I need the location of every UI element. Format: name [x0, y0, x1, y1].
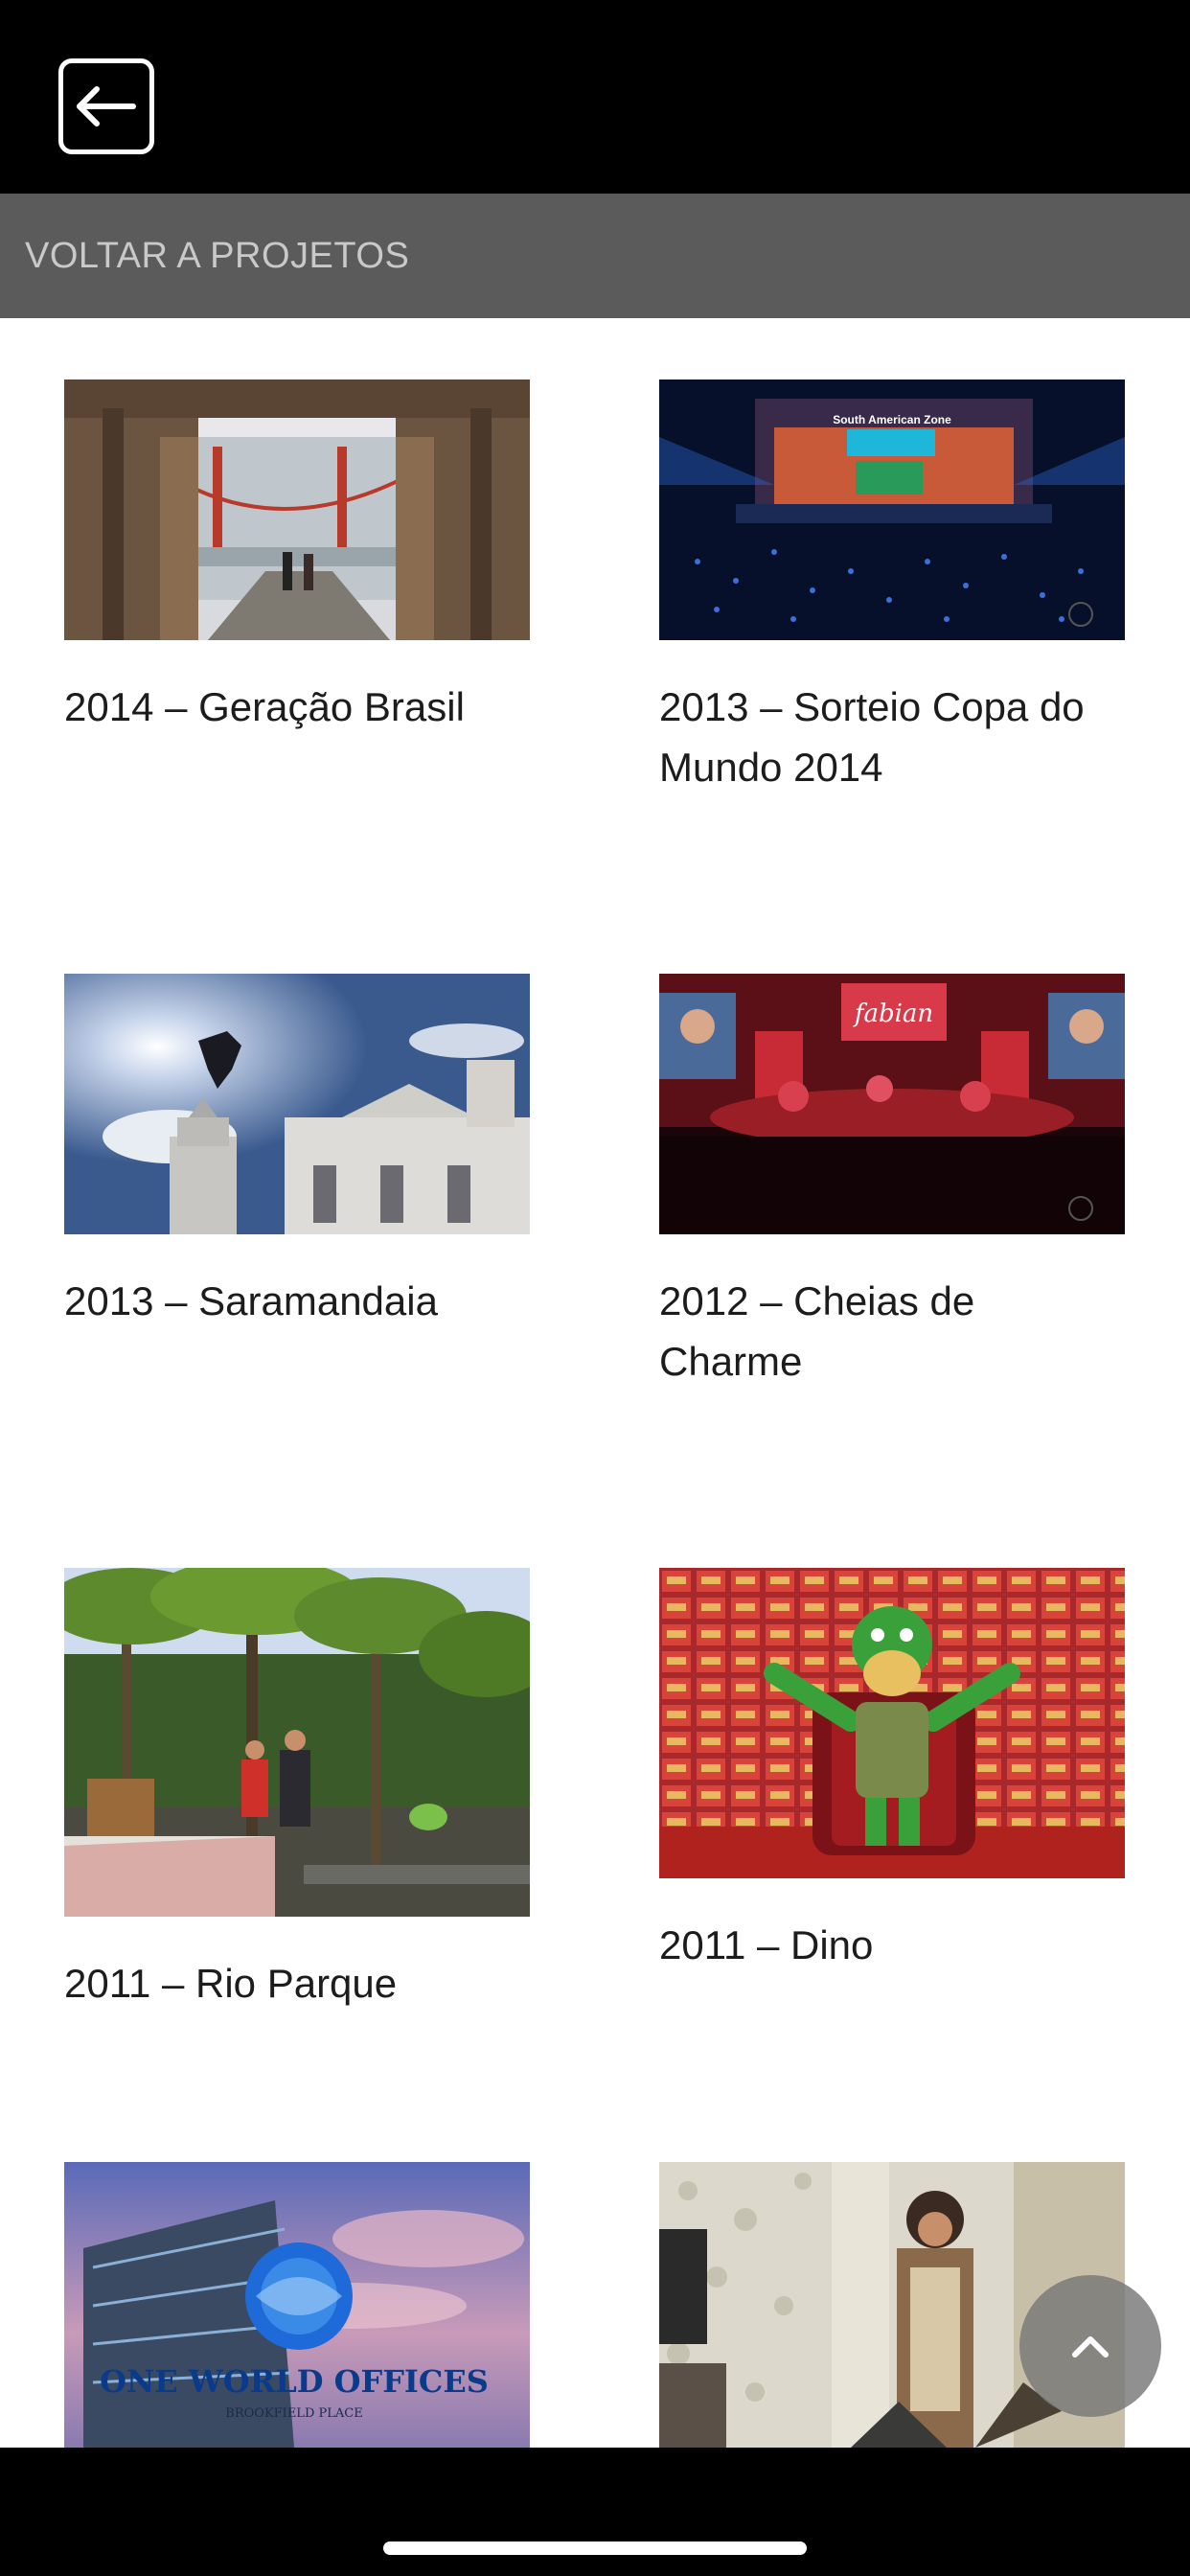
arrow-left-icon — [77, 86, 136, 126]
project-card[interactable]: 2011 – Dino — [659, 1568, 1125, 1975]
project-thumbnail[interactable]: fabian — [659, 974, 1125, 1234]
project-thumbnail[interactable] — [64, 974, 530, 1234]
project-card[interactable]: 2011 – Rio Parque — [64, 1568, 530, 2013]
project-title[interactable]: 2012 – Cheias de Charme — [659, 1271, 1125, 1392]
project-image-text: South American Zone — [833, 413, 951, 426]
top-bar — [0, 0, 1190, 194]
project-title[interactable]: 2011 – Dino — [659, 1915, 1125, 1975]
project-image-text: fabian — [853, 1000, 933, 1028]
back-to-projects-label: VOLTAR A PROJETOS — [25, 236, 410, 276]
project-card[interactable]: 2014 – Geração Brasil — [64, 380, 530, 737]
project-thumbnail[interactable]: ONE WORLD OFFICES BROOKFIELD PLACE — [64, 2162, 530, 2448]
project-image-subtext: BROOKFIELD PLACE — [225, 2406, 362, 2421]
project-card[interactable]: South American Zone 2013 – Sorteio Copa … — [659, 380, 1125, 797]
project-title[interactable]: 2014 – Geração Brasil — [64, 677, 530, 737]
project-title[interactable]: 2013 – Saramandaia — [64, 1271, 530, 1331]
scroll-to-top-button[interactable] — [1019, 2275, 1161, 2417]
chevron-up-icon — [1072, 2336, 1109, 2358]
screen: VOLTAR A PROJETOS 2014 – Geração Brasil … — [0, 0, 1190, 2576]
back-button[interactable] — [58, 58, 154, 154]
project-image-text: ONE WORLD OFFICES — [100, 2363, 489, 2400]
project-thumbnail[interactable] — [64, 1568, 530, 1917]
project-thumbnail[interactable] — [64, 380, 530, 640]
back-to-projects-bar[interactable]: VOLTAR A PROJETOS — [0, 194, 1190, 318]
project-title[interactable]: 2011 – Rio Parque — [64, 1953, 530, 2013]
project-thumbnail[interactable] — [659, 1568, 1125, 1878]
home-indicator[interactable] — [383, 2542, 807, 2555]
project-card[interactable]: fabian 2012 – Cheias de Charme — [659, 974, 1125, 1392]
project-title[interactable]: 2013 – Sorteio Copa do Mundo 2014 — [659, 677, 1125, 797]
bottom-bar — [0, 2448, 1190, 2576]
projects-grid: 2014 – Geração Brasil South American Zon… — [0, 318, 1190, 2448]
project-card[interactable]: ONE WORLD OFFICES BROOKFIELD PLACE — [64, 2162, 530, 2448]
project-card[interactable]: 2013 – Saramandaia — [64, 974, 530, 1331]
project-thumbnail[interactable]: South American Zone — [659, 380, 1125, 640]
